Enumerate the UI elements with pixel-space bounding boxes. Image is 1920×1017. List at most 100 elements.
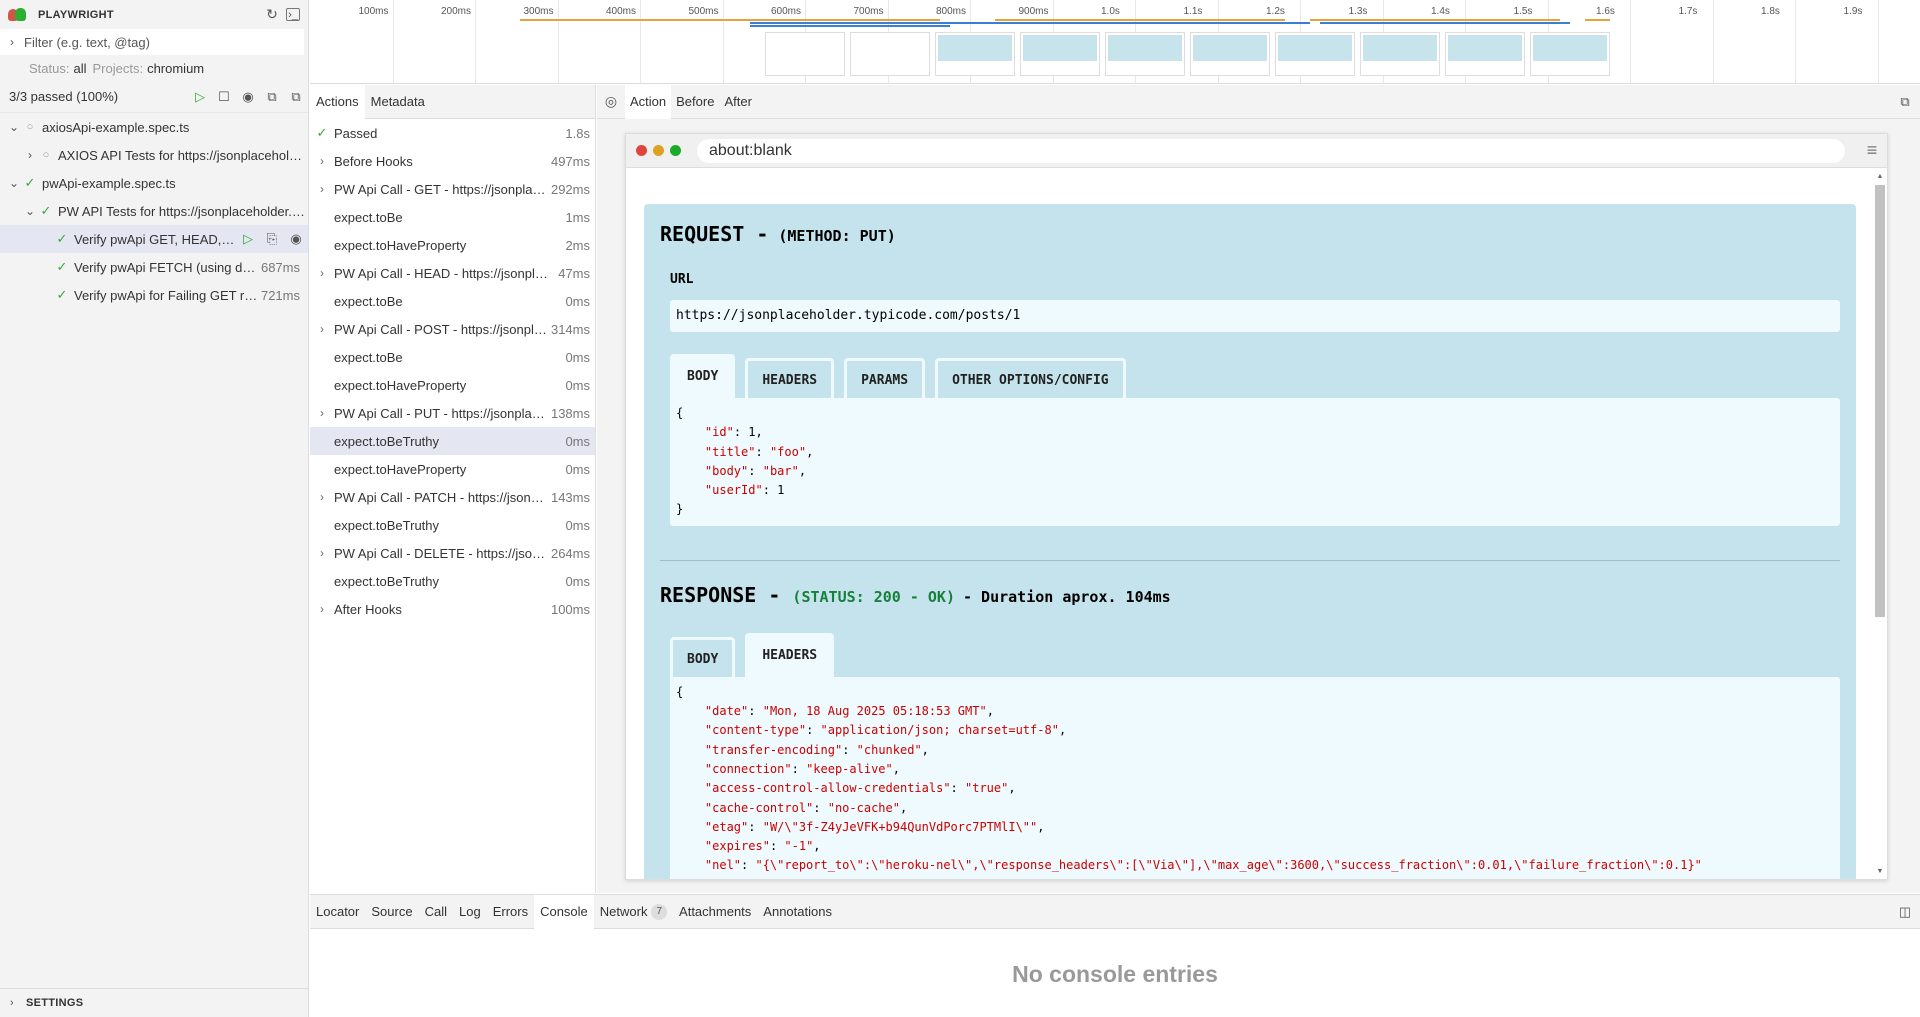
- tab-metadata[interactable]: Metadata: [365, 85, 431, 119]
- scroll-up-icon[interactable]: ▲: [1875, 173, 1885, 180]
- chevron-down-icon[interactable]: ⌄: [6, 120, 22, 134]
- tab-network[interactable]: Network 7: [594, 895, 673, 929]
- action-result-row[interactable]: ✓ Passed 1.8s: [310, 119, 595, 147]
- action-row[interactable]: expect.toBeTruthy 0ms: [310, 427, 595, 455]
- tab-after[interactable]: After: [719, 85, 756, 119]
- open-external-icon[interactable]: ⧉: [1890, 94, 1920, 110]
- filmstrip-frame[interactable]: [1105, 32, 1185, 76]
- action-row[interactable]: › PW Api Call - GET - https://jsonplaceho…: [310, 175, 595, 203]
- action-row[interactable]: expect.toHaveProperty 0ms: [310, 371, 595, 399]
- watch-all-icon[interactable]: ◉: [236, 89, 260, 105]
- action-row[interactable]: › Before Hooks 497ms: [310, 147, 595, 175]
- action-row[interactable]: › PW Api Call - POST - https://jsonplaceh…: [310, 315, 595, 343]
- chevron-right-icon[interactable]: ›: [22, 148, 38, 162]
- action-row[interactable]: › After Hooks 100ms: [310, 595, 595, 623]
- app-title: PLAYWRIGHT: [38, 8, 114, 21]
- dock-toggle-icon[interactable]: ◫: [1890, 904, 1920, 920]
- action-row[interactable]: expect.toBeTruthy 0ms: [310, 567, 595, 595]
- tab-before[interactable]: Before: [671, 85, 719, 119]
- filter-input[interactable]: [24, 34, 304, 50]
- filmstrip-frame[interactable]: [1360, 32, 1440, 76]
- scrollbar[interactable]: ▲ ▼: [1875, 173, 1885, 875]
- tree-item-test[interactable]: ✓ Verify pwApi for Failing GET requests …: [0, 281, 308, 309]
- go-to-source-icon[interactable]: ⎘: [260, 231, 284, 247]
- tree-item-test[interactable]: ✓ Verify pwApi FETCH (using default) 687…: [0, 253, 308, 281]
- pick-locator-icon[interactable]: ◎: [597, 93, 625, 110]
- action-row[interactable]: expect.toBe 0ms: [310, 343, 595, 371]
- filmstrip-frame[interactable]: [1530, 32, 1610, 76]
- timeline-tick-label: 1.6s: [1596, 6, 1615, 17]
- tab-attachments[interactable]: Attachments: [673, 895, 757, 929]
- chevron-right-icon[interactable]: ›: [314, 602, 330, 616]
- chevron-right-icon[interactable]: ›: [0, 35, 24, 49]
- chevron-right-icon[interactable]: ›: [314, 406, 330, 420]
- tab-log[interactable]: Log: [453, 895, 487, 929]
- action-row[interactable]: expect.toHaveProperty 0ms: [310, 455, 595, 483]
- scrollbar-thumb[interactable]: [1875, 185, 1885, 617]
- tab-source[interactable]: Source: [365, 895, 418, 929]
- tab-console[interactable]: Console: [534, 894, 594, 929]
- chevron-right-icon[interactable]: ›: [314, 154, 330, 168]
- action-row[interactable]: › PW Api Call - DELETE - https://jsonplac…: [310, 539, 595, 567]
- filmstrip-frame[interactable]: [1190, 32, 1270, 76]
- chevron-right-icon[interactable]: ›: [314, 546, 330, 560]
- settings-toggle[interactable]: › SETTINGS: [0, 988, 308, 1017]
- filmstrip-frame[interactable]: [850, 32, 930, 76]
- action-duration: 314ms: [550, 321, 590, 337]
- tab-response-headers[interactable]: HEADERS: [745, 632, 835, 677]
- tab-request-headers[interactable]: HEADERS: [745, 358, 835, 398]
- filmstrip-frame[interactable]: [765, 32, 845, 76]
- action-row[interactable]: expect.toBe 1ms: [310, 203, 595, 231]
- scroll-down-icon[interactable]: ▼: [1875, 868, 1885, 875]
- tree-item-file[interactable]: ⌄ ○ axiosApi-example.spec.ts: [0, 113, 308, 141]
- collapse-all-icon[interactable]: ⧉: [260, 89, 284, 105]
- tab-request-body[interactable]: BODY: [670, 354, 736, 398]
- projects-value[interactable]: chromium: [147, 61, 204, 76]
- tab-locator[interactable]: Locator: [310, 895, 365, 929]
- json-key: "body": [704, 463, 749, 478]
- filmstrip-frame[interactable]: [1020, 32, 1100, 76]
- action-duration: 264ms: [550, 545, 590, 561]
- run-test-icon[interactable]: ▷: [236, 231, 260, 247]
- tab-annotations[interactable]: Annotations: [757, 895, 838, 929]
- run-all-icon[interactable]: ▷: [188, 89, 212, 105]
- tab-request-options[interactable]: OTHER OPTIONS/CONFIG: [935, 358, 1126, 398]
- action-duration: 138ms: [550, 405, 590, 421]
- tab-errors[interactable]: Errors: [487, 895, 534, 929]
- tab-response-body[interactable]: BODY: [670, 636, 736, 677]
- filmstrip-frame[interactable]: [935, 32, 1015, 76]
- action-row[interactable]: expect.toBe 0ms: [310, 287, 595, 315]
- action-row[interactable]: › PW Api Call - PUT - https://jsonplaceho…: [310, 399, 595, 427]
- chevron-right-icon[interactable]: ›: [314, 266, 330, 280]
- action-row[interactable]: expect.toHaveProperty 2ms: [310, 231, 595, 259]
- tab-request-params[interactable]: PARAMS: [844, 358, 926, 398]
- json-value: "bar": [762, 463, 799, 478]
- tree-item-test-selected[interactable]: ✓ Verify pwApi GET, HEAD, POST, PUT, PAT…: [0, 225, 308, 253]
- chevron-right-icon[interactable]: ›: [314, 322, 330, 336]
- chevron-down-icon[interactable]: ⌄: [22, 204, 38, 218]
- action-row[interactable]: › PW Api Call - HEAD - https://jsonplaceh…: [310, 259, 595, 287]
- filmstrip-frame[interactable]: [1275, 32, 1355, 76]
- json-key: "access-control-allow-credentials": [704, 781, 951, 796]
- snapshot-viewport[interactable]: REQUEST - (METHOD: PUT) URL https://json…: [626, 169, 1887, 879]
- status-value[interactable]: all: [73, 61, 86, 76]
- action-row[interactable]: expect.toBeTruthy 0ms: [310, 511, 595, 539]
- tree-item-suite[interactable]: ⌄ ✓ PW API Tests for https://jsonplaceho…: [0, 197, 308, 225]
- stop-icon[interactable]: ☐: [212, 89, 236, 105]
- tab-actions[interactable]: Actions: [310, 84, 365, 119]
- filmstrip-frame[interactable]: [1445, 32, 1525, 76]
- action-row[interactable]: › PW Api Call - PATCH - https://jsonplace…: [310, 483, 595, 511]
- expand-all-icon[interactable]: ⧉: [284, 89, 308, 105]
- toggle-output-icon[interactable]: ›_: [286, 8, 300, 21]
- tab-call[interactable]: Call: [419, 895, 453, 929]
- chevron-down-icon[interactable]: ⌄: [6, 176, 22, 190]
- chevron-right-icon[interactable]: ›: [314, 182, 330, 196]
- tree-item-file[interactable]: ⌄ ✓ pwApi-example.spec.ts: [0, 169, 308, 197]
- reload-icon[interactable]: ↻: [262, 5, 282, 25]
- action-list: ✓ Passed 1.8s › Before Hooks 497ms › PW Api Cal…: [310, 119, 595, 623]
- chevron-right-icon[interactable]: ›: [314, 490, 330, 504]
- watch-icon[interactable]: ◉: [284, 231, 308, 247]
- tree-item-suite[interactable]: › ○ AXIOS API Tests for https://jsonplac…: [0, 141, 308, 169]
- trace-timeline[interactable]: 100ms 200ms 300ms 400ms 500ms 600ms 700ms 800ms…: [310, 0, 1920, 84]
- tab-action[interactable]: Action: [625, 84, 672, 119]
